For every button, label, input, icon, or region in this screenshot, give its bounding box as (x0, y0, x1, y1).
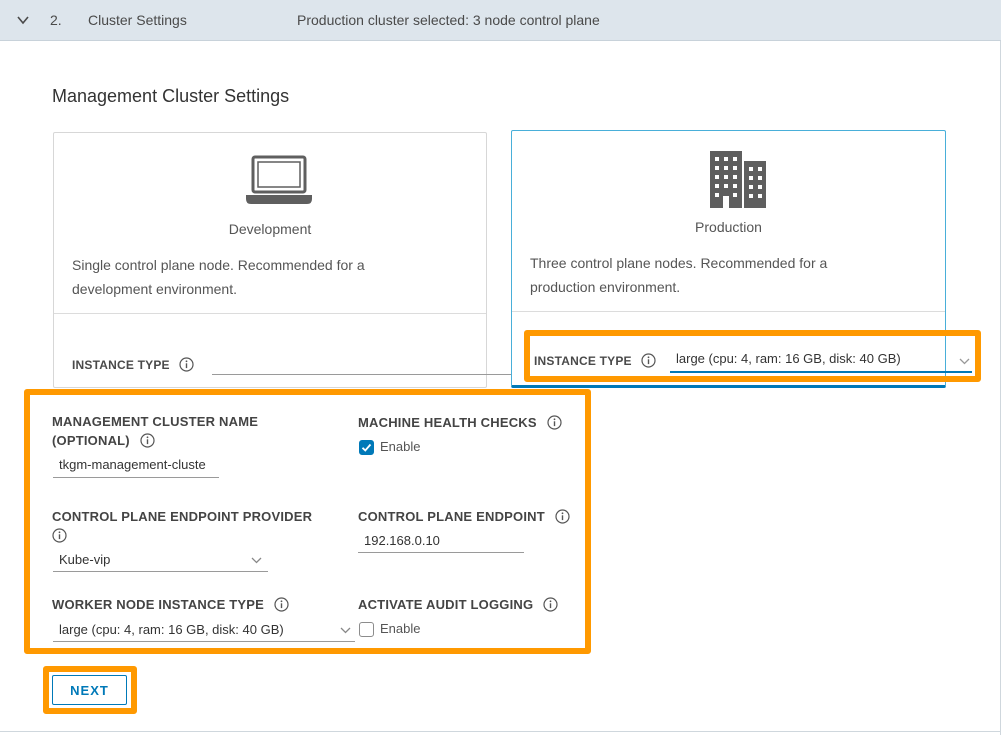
plan-description-line: Three control plane nodes. Recommended f… (530, 255, 828, 271)
plan-card-development[interactable]: Development Single control plane node. R… (53, 132, 538, 388)
instance-type-label-text: INSTANCE TYPE (72, 358, 170, 372)
card-divider (512, 311, 945, 312)
highlight-next-button (43, 666, 137, 714)
highlight-instance-type (524, 330, 981, 382)
step-header[interactable]: 2. Cluster Settings Production cluster s… (0, 0, 1001, 41)
plan-name: Development (228, 221, 312, 237)
card-divider (54, 313, 486, 314)
chevron-down-icon[interactable] (16, 13, 30, 27)
step-number: 2. (50, 12, 62, 28)
plan-description: Single control plane node. Recommended f… (72, 253, 365, 301)
plan-description-line: development environment. (72, 281, 237, 297)
plan-description: Three control plane nodes. Recommended f… (530, 251, 827, 299)
step-title: Cluster Settings (88, 12, 187, 28)
building-icon (710, 151, 766, 208)
panel-border-right (1000, 41, 1001, 735)
section-title: Management Cluster Settings (52, 86, 290, 106)
info-icon[interactable] (179, 357, 194, 372)
highlight-form-fields (24, 389, 591, 654)
plan-description-line: Single control plane node. Recommended f… (72, 257, 365, 273)
laptop-icon (246, 155, 312, 204)
panel-border-bottom (0, 731, 1001, 732)
instance-type-label: INSTANCE TYPE (72, 357, 194, 372)
step-summary: Production cluster selected: 3 node cont… (297, 12, 600, 28)
plan-description-line: production environment. (530, 279, 681, 295)
plan-name: Production (695, 219, 762, 235)
instance-type-select-development[interactable] (212, 355, 538, 375)
